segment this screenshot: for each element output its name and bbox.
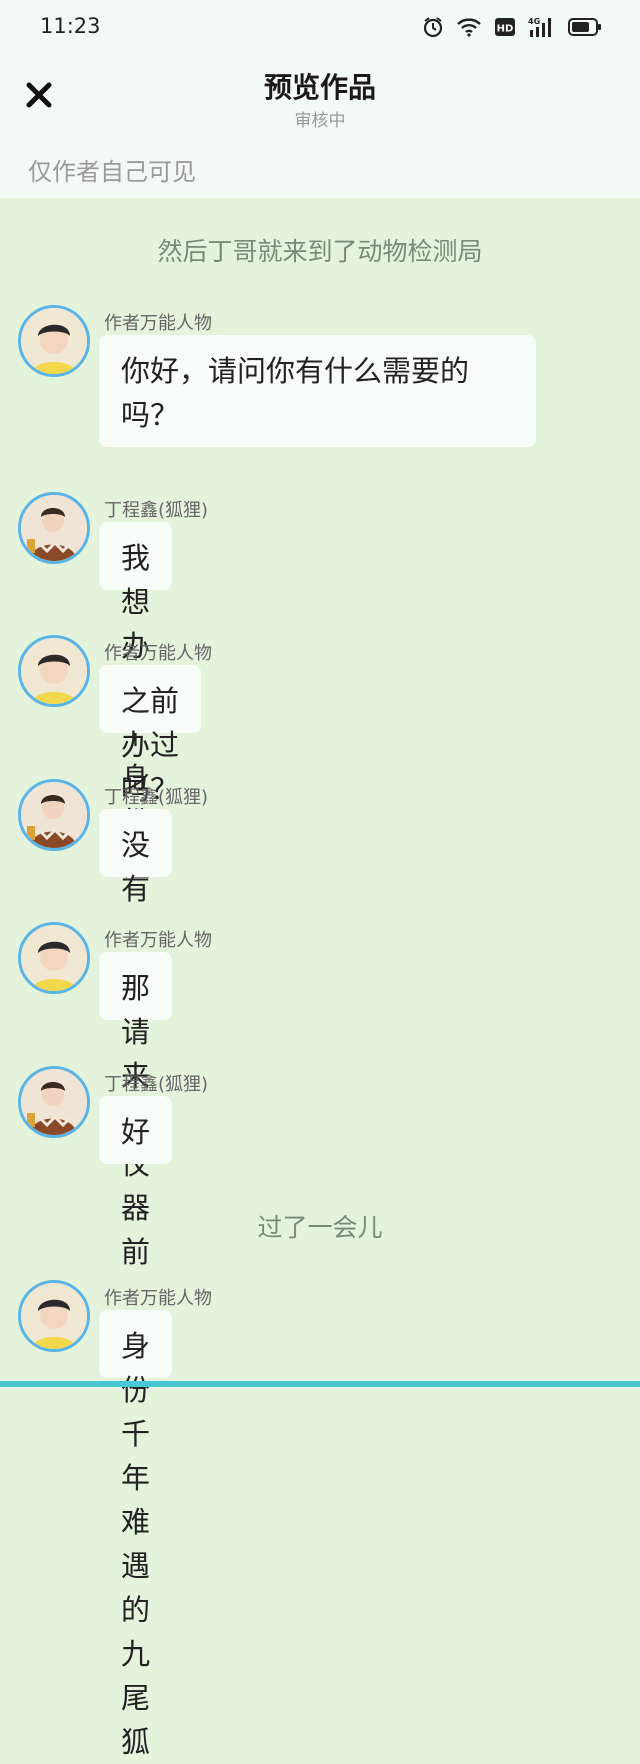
avatar[interactable] (18, 305, 90, 377)
page-title: 预览作品 (263, 71, 376, 104)
review-status: 审核中 (294, 111, 346, 131)
narration-text: 然后丁哥就来到了动物检测局 (157, 237, 483, 266)
avatar[interactable] (18, 1280, 90, 1352)
speaker-name: 作者万能人物 (104, 1288, 212, 1309)
alarm-icon (422, 16, 444, 42)
svg-text:HD: HD (497, 24, 514, 35)
message-bubble[interactable]: 我想办一个身份证 (99, 522, 173, 883)
speaker-name: 作者万能人物 (104, 643, 212, 664)
svg-text:4G: 4G (528, 17, 540, 26)
narration-text: 过了一会儿 (257, 1213, 383, 1242)
message-bubble[interactable]: 你好，请问你有什么需要的吗？ (99, 335, 536, 447)
avatar[interactable] (18, 1066, 90, 1138)
progress-bar (0, 1381, 640, 1387)
status-icons: HD 4G (422, 16, 602, 42)
signal-4g-icon: 4G (528, 16, 556, 42)
message-bubble[interactable]: 好 (99, 1096, 173, 1164)
avatar[interactable] (18, 779, 90, 851)
status-time: 11:23 (40, 14, 101, 38)
avatar[interactable] (18, 492, 90, 564)
avatar[interactable] (18, 922, 90, 994)
speaker-name: 丁程鑫(狐狸) (104, 500, 209, 521)
wifi-icon (456, 17, 482, 41)
speaker-name: 作者万能人物 (104, 930, 212, 951)
speaker-name: 丁程鑫(狐狸) (104, 1074, 209, 1095)
message-bubble[interactable]: 之前办过吗？ (99, 665, 201, 806)
hd-icon: HD (494, 17, 516, 41)
speaker-name: 作者万能人物 (104, 313, 212, 334)
battery-icon (568, 17, 602, 41)
speaker-name: 丁程鑫(狐狸) (104, 787, 209, 808)
visibility-note: 仅作者自己可见 (28, 158, 196, 186)
message-bubble[interactable]: 身份 千年难遇的九尾狐 (99, 1310, 173, 1759)
message-bubble[interactable]: 没有 (99, 809, 173, 906)
status-bar: 11:23 HD 4G (0, 0, 640, 56)
header: 11:23 HD 4G 预览作品 审核中 仅作者自己可见 (0, 0, 640, 198)
avatar[interactable] (18, 635, 90, 707)
message-bubble[interactable]: 那请来到仪器前 (99, 952, 173, 1269)
